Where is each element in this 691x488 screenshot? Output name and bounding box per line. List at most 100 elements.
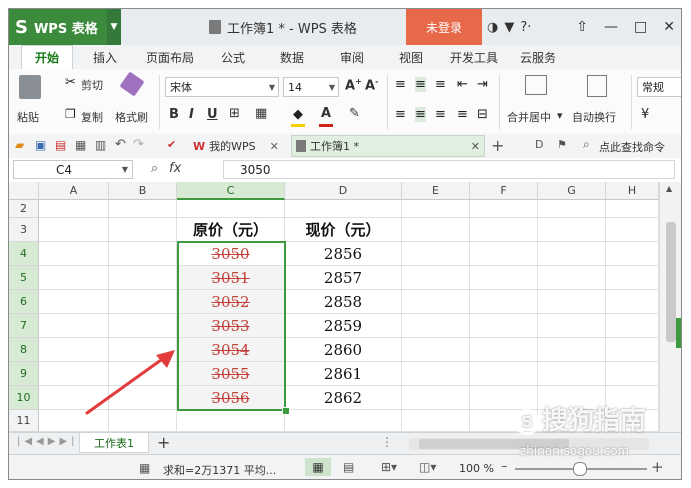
align-center-icon[interactable]: ≡ bbox=[415, 107, 426, 122]
zoom-level[interactable]: 100 % bbox=[459, 462, 494, 475]
sogou-logo-icon: S bbox=[514, 408, 540, 435]
tab-developer[interactable]: 开发工具 bbox=[450, 45, 498, 69]
pin-icon[interactable]: ✔ bbox=[167, 138, 176, 151]
format-painter-icon[interactable] bbox=[119, 71, 145, 97]
doc-tab-workbook[interactable]: 工作簿1 * ✕ bbox=[291, 135, 485, 157]
paste-label[interactable]: 粘贴 bbox=[17, 109, 39, 125]
search-icon[interactable]: ⌕ bbox=[583, 137, 590, 152]
ribbon-divider bbox=[159, 75, 160, 129]
distributed-icon[interactable]: ⊟ bbox=[477, 107, 488, 122]
bold-icon[interactable]: B bbox=[169, 107, 179, 122]
scissors-icon[interactable]: ✂ bbox=[65, 75, 76, 90]
zoom-icon[interactable]: ⌕ bbox=[151, 161, 158, 176]
font-family-select[interactable]: 宋体 ▼ bbox=[165, 77, 279, 97]
clear-format-icon[interactable]: ✎ bbox=[349, 106, 360, 121]
sheet-tab-1[interactable]: 工作表1 bbox=[79, 433, 149, 453]
increase-font-icon[interactable]: A+ bbox=[345, 77, 362, 93]
copy-icon[interactable]: ❐ bbox=[65, 107, 76, 121]
document-icon bbox=[209, 20, 221, 34]
zoom-out-icon[interactable]: – bbox=[501, 459, 508, 474]
merge-center-icon[interactable] bbox=[525, 75, 547, 95]
tab-home[interactable]: 开始 bbox=[21, 45, 74, 69]
flag-icon[interactable]: ⚑ bbox=[557, 138, 567, 151]
number-format-select[interactable]: 常规 bbox=[637, 77, 681, 97]
d-icon[interactable]: D bbox=[535, 138, 543, 151]
wrap-text-button[interactable]: 自动换行 bbox=[572, 109, 616, 125]
align-bottom-icon[interactable]: ≡ bbox=[435, 77, 446, 92]
align-top-icon[interactable]: ≡ bbox=[395, 77, 406, 92]
indent-increase-icon[interactable]: ⇥ bbox=[477, 77, 488, 92]
cut-button[interactable]: 剪切 bbox=[81, 77, 103, 93]
tab-data[interactable]: 数据 bbox=[280, 45, 304, 69]
command-search[interactable]: 点此查找命令 bbox=[599, 139, 665, 155]
align-left-icon[interactable]: ≡ bbox=[395, 107, 406, 122]
italic-icon[interactable]: I bbox=[189, 107, 194, 122]
normal-view-icon[interactable]: ▦ bbox=[305, 458, 331, 476]
align-right-icon[interactable]: ≡ bbox=[435, 107, 446, 122]
tab-review[interactable]: 审阅 bbox=[340, 45, 364, 69]
add-sheet-icon[interactable]: + bbox=[157, 433, 170, 452]
print-icon[interactable]: ▦ bbox=[75, 138, 86, 152]
help-icon[interactable]: ?· bbox=[520, 20, 531, 35]
copy-button[interactable]: 复制 bbox=[81, 109, 103, 125]
name-box[interactable]: C4 ▼ bbox=[13, 160, 133, 179]
fill-pattern-icon[interactable]: ▦ bbox=[255, 106, 267, 121]
calculator-icon[interactable]: ▦ bbox=[139, 461, 150, 475]
reading-mode-icon[interactable]: ⊞▾ bbox=[381, 460, 397, 474]
justify-icon[interactable]: ≡ bbox=[457, 107, 468, 122]
font-size-select[interactable]: 14 ▼ bbox=[283, 77, 339, 97]
page-break-view-icon[interactable]: ▤ bbox=[343, 460, 354, 474]
underline-icon[interactable]: U bbox=[207, 107, 218, 122]
doc-tab-my-wps[interactable]: W 我的WPS ✕ bbox=[193, 135, 285, 157]
print-preview-icon[interactable]: ▥ bbox=[95, 138, 106, 152]
tab-page-layout[interactable]: 页面布局 bbox=[146, 45, 194, 69]
fx-icon[interactable]: fx bbox=[169, 161, 181, 176]
border-icon[interactable]: ⊞ bbox=[229, 106, 240, 121]
close-icon[interactable]: ✕ bbox=[270, 140, 279, 153]
tab-formulas[interactable]: 公式 bbox=[221, 45, 245, 69]
close-icon[interactable]: ✕ bbox=[471, 140, 480, 153]
side-panel-toggle[interactable] bbox=[676, 318, 681, 348]
vertical-scroll-thumb[interactable] bbox=[666, 222, 676, 342]
tab-splitter-icon[interactable]: ⋮ bbox=[381, 435, 393, 449]
tab-view[interactable]: 视图 bbox=[399, 45, 423, 69]
zoom-in-icon[interactable]: + bbox=[651, 458, 664, 476]
doc-tab-my-wps-label: 我的WPS bbox=[209, 140, 256, 153]
undo-icon[interactable]: ↶ bbox=[115, 137, 126, 152]
new-tab-icon[interactable]: + bbox=[491, 136, 504, 155]
close-icon[interactable]: ✕ bbox=[663, 19, 675, 35]
vertical-scrollbar[interactable]: ▲ bbox=[659, 182, 681, 432]
skin-icon[interactable]: ◑ bbox=[487, 20, 498, 35]
redo-icon[interactable]: ↷ bbox=[133, 137, 144, 152]
pdf-icon[interactable]: ▤ bbox=[55, 138, 66, 152]
scroll-up-icon[interactable]: ▲ bbox=[666, 184, 672, 193]
save-icon[interactable]: ▣ bbox=[35, 138, 46, 152]
sheet-nav-icons[interactable]: |◀◀▶▶| bbox=[17, 436, 79, 447]
paste-icon[interactable] bbox=[19, 75, 41, 99]
currency-icon[interactable]: ¥ bbox=[641, 107, 649, 122]
fill-color-icon[interactable]: ◆ bbox=[293, 107, 303, 122]
indent-decrease-icon[interactable]: ⇤ bbox=[457, 77, 468, 92]
minimize-icon[interactable]: — bbox=[604, 19, 618, 35]
upload-icon[interactable]: ⇧ bbox=[576, 19, 588, 35]
font-color-icon[interactable]: A bbox=[321, 106, 331, 121]
wps-app-button[interactable]: S WPS 表格 ▼ bbox=[9, 9, 121, 45]
login-button[interactable]: 未登录 bbox=[406, 9, 482, 45]
wrap-text-icon[interactable] bbox=[587, 75, 607, 97]
spreadsheet-grid: A B C D E F G H 2 3 4 5 6 7 8 9 10 11 原价… bbox=[9, 182, 659, 432]
status-summary[interactable]: 求和=2万1371 平均... bbox=[163, 462, 276, 478]
eye-protection-icon[interactable]: ◫▾ bbox=[419, 460, 436, 474]
tab-insert[interactable]: 插入 bbox=[93, 45, 117, 69]
chevron-down-icon[interactable]: ▼ bbox=[107, 9, 121, 45]
merge-center-dropdown[interactable]: ▾ bbox=[557, 109, 563, 122]
zoom-slider-thumb[interactable] bbox=[573, 462, 587, 476]
shirt-icon[interactable]: ▼ bbox=[504, 20, 514, 35]
maximize-icon[interactable]: □ bbox=[634, 19, 647, 35]
tab-cloud[interactable]: 云服务 bbox=[520, 45, 556, 69]
decrease-font-icon[interactable]: A- bbox=[365, 77, 378, 93]
align-middle-icon[interactable]: ≡ bbox=[415, 77, 426, 92]
folder-icon[interactable]: ▰ bbox=[15, 138, 24, 152]
formula-input[interactable]: 3050 bbox=[223, 160, 675, 179]
format-painter-button[interactable]: 格式刷 bbox=[115, 109, 148, 125]
merge-center-button[interactable]: 合并居中 bbox=[507, 109, 551, 125]
